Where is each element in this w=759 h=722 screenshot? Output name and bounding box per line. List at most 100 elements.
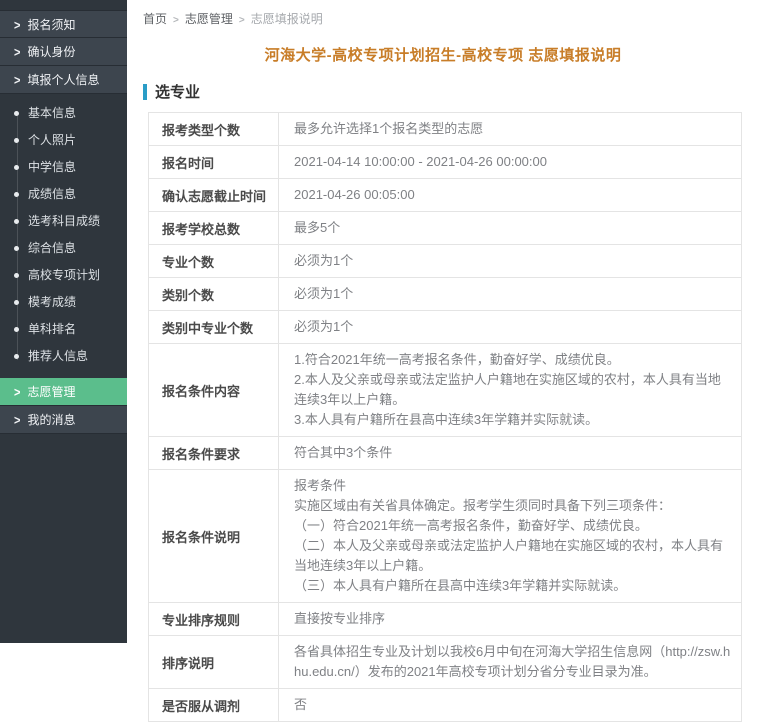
sidebar-sub-item[interactable]: 高校专项计划: [0, 262, 127, 289]
bullet-icon: [14, 327, 19, 332]
sidebar-top-gap: [0, 0, 127, 10]
table-row-value: 各省具体招生专业及计划以我校6月中旬在河海大学招生信息网（http://zsw.…: [279, 636, 742, 689]
table-row-value: 报考条件实施区域由有关省具体确定。报考学生须同时具备下列三项条件：（一）符合20…: [279, 470, 742, 603]
table-row: 专业个数 必须为1个: [149, 245, 742, 278]
bullet-icon: [14, 165, 19, 170]
table-value-line: 实施区域由有关省具体确定。报考学生须同时具备下列三项条件：: [294, 496, 731, 516]
sidebar-item-label: 我的消息: [27, 413, 75, 427]
table-row-value: 必须为1个: [279, 245, 742, 278]
table-value-line: （一）符合2021年统一高考报名条件，勤奋好学、成绩优良。: [294, 516, 731, 536]
section-accent-bar: [143, 84, 147, 100]
table-value-line: （三）本人具有户籍所在县高中连续3年学籍并实际就读。: [294, 576, 731, 596]
table-row-label: 专业个数: [149, 245, 279, 278]
table-row: 类别个数 必须为1个: [149, 278, 742, 311]
spec-table-body: 报考类型个数 最多允许选择1个报名类型的志愿 报名时间 2021-04-14 1…: [149, 113, 742, 722]
sidebar-item-volunteer-management[interactable]: >志愿管理: [0, 378, 127, 406]
table-row-value: 最多允许选择1个报名类型的志愿: [279, 113, 742, 146]
table-row-label: 类别个数: [149, 278, 279, 311]
table-row-value: 最多5个: [279, 212, 742, 245]
sidebar-sub-item-label: 高校专项计划: [28, 268, 100, 282]
sidebar-sub-item-label: 推荐人信息: [28, 349, 88, 363]
bullet-icon: [14, 138, 19, 143]
bullet-icon: [14, 273, 19, 278]
sidebar-sub-item[interactable]: 成绩信息: [0, 181, 127, 208]
table-row-label: 类别中专业个数: [149, 311, 279, 344]
sidebar-sub-item[interactable]: 模考成绩: [0, 289, 127, 316]
sidebar-item-label: 填报个人信息: [27, 73, 99, 87]
chevron-right-icon: >: [239, 15, 245, 26]
sidebar-sub-item[interactable]: 推荐人信息: [0, 343, 127, 370]
table-row-label: 确认志愿截止时间: [149, 179, 279, 212]
bullet-icon: [14, 246, 19, 251]
table-row: 报名条件要求 符合其中3个条件: [149, 437, 742, 470]
table-row-label: 排序说明: [149, 636, 279, 689]
sidebar-item[interactable]: > 填报个人信息: [0, 66, 127, 94]
breadcrumb-home[interactable]: 首页: [143, 12, 167, 26]
sidebar-sub-item[interactable]: 综合信息: [0, 235, 127, 262]
table-row: 报名条件说明 报考条件实施区域由有关省具体确定。报考学生须同时具备下列三项条件：…: [149, 470, 742, 603]
sidebar-sub-item-label: 选考科目成绩: [28, 214, 100, 228]
table-row-label: 报考学校总数: [149, 212, 279, 245]
table-row-value: 符合其中3个条件: [279, 437, 742, 470]
sidebar-sub-item-label: 成绩信息: [28, 187, 76, 201]
sidebar-sub-item-label: 个人照片: [28, 133, 76, 147]
table-row: 报考学校总数 最多5个: [149, 212, 742, 245]
main-content: 首页 > 志愿管理 > 志愿填报说明 河海大学-高校专项计划招生-高校专项 志愿填报说明…: [127, 0, 759, 643]
table-row-label: 报名条件要求: [149, 437, 279, 470]
application-spec-table: 报考类型个数 最多允许选择1个报名类型的志愿 报名时间 2021-04-14 1…: [148, 112, 742, 722]
table-row-value: 必须为1个: [279, 278, 742, 311]
table-row-label: 报考类型个数: [149, 113, 279, 146]
sidebar-sub-item-label: 模考成绩: [28, 295, 76, 309]
section-header-label: 选专业: [155, 81, 200, 102]
table-row-label: 报名条件说明: [149, 470, 279, 603]
sidebar-top-group: >报名须知 >确认身份 > 填报个人信息: [0, 10, 127, 94]
table-row-label: 专业排序规则: [149, 603, 279, 636]
table-row: 确认志愿截止时间 2021-04-26 00:05:00: [149, 179, 742, 212]
sidebar-sub-item[interactable]: 选考科目成绩: [0, 208, 127, 235]
breadcrumb-volunteer-management[interactable]: 志愿管理: [185, 12, 233, 26]
table-value-line: 1.符合2021年统一高考报名条件，勤奋好学、成绩优良。: [294, 350, 731, 370]
bullet-icon: [14, 354, 19, 359]
table-value-line: 3.本人具有户籍所在县高中连续3年学籍并实际就读。: [294, 410, 731, 430]
table-row: 报名时间 2021-04-14 10:00:00 - 2021-04-26 00…: [149, 146, 742, 179]
sidebar-sub-item[interactable]: 中学信息: [0, 154, 127, 181]
chevron-right-icon: >: [14, 65, 20, 97]
page-title: 河海大学-高校专项计划招生-高校专项 志愿填报说明: [127, 44, 759, 65]
sidebar-item[interactable]: >报名须知: [0, 10, 127, 38]
table-row: 排序说明 各省具体招生专业及计划以我校6月中旬在河海大学招生信息网（http:/…: [149, 636, 742, 689]
table-row-label: 是否服从调剂: [149, 689, 279, 722]
bullet-icon: [14, 111, 19, 116]
table-row-value: 直接按专业排序: [279, 603, 742, 636]
breadcrumb-current-page: 志愿填报说明: [251, 12, 323, 26]
sidebar-item-label: 报名须知: [27, 18, 75, 32]
table-value-line: 报考条件: [294, 476, 731, 496]
sidebar-sub-item-label: 综合信息: [28, 241, 76, 255]
sidebar-sub-item-label: 中学信息: [28, 160, 76, 174]
sidebar-sub-item-label: 单科排名: [28, 322, 76, 336]
chevron-right-icon: >: [14, 405, 20, 437]
table-row: 类别中专业个数 必须为1个: [149, 311, 742, 344]
table-row-label: 报名时间: [149, 146, 279, 179]
section-header: 选专业: [143, 81, 759, 102]
table-row: 专业排序规则 直接按专业排序: [149, 603, 742, 636]
chevron-right-icon: >: [173, 15, 179, 26]
sidebar-sub-item[interactable]: 单科排名: [0, 316, 127, 343]
sidebar-item-label: 确认身份: [27, 45, 75, 59]
sidebar-item[interactable]: >确认身份: [0, 38, 127, 66]
sidebar-sub-item[interactable]: 个人照片: [0, 127, 127, 154]
table-value-line: 2.本人及父亲或母亲或法定监护人户籍地在实施区域的农村，本人具有当地连续3年以上…: [294, 370, 731, 410]
table-row: 报考类型个数 最多允许选择1个报名类型的志愿: [149, 113, 742, 146]
sidebar-item-my-messages[interactable]: > 我的消息: [0, 406, 127, 434]
table-row-value: 2021-04-14 10:00:00 - 2021-04-26 00:00:0…: [279, 146, 742, 179]
table-row-value: 否: [279, 689, 742, 722]
table-row: 报名条件内容 1.符合2021年统一高考报名条件，勤奋好学、成绩优良。2.本人及…: [149, 344, 742, 437]
sidebar-sub-menu: 基本信息 个人照片 中学信息 成绩信息 选考科目成绩 综合信息 高校专项计划 模…: [0, 94, 127, 378]
bullet-icon: [14, 300, 19, 305]
table-row-value: 1.符合2021年统一高考报名条件，勤奋好学、成绩优良。2.本人及父亲或母亲或法…: [279, 344, 742, 437]
sidebar: >报名须知 >确认身份 >填报个人信息 基本信息 个人照片 中学信息 成绩信息 …: [0, 0, 127, 643]
table-row-value: 必须为1个: [279, 311, 742, 344]
table-row-value: 2021-04-26 00:05:00: [279, 179, 742, 212]
table-row: 是否服从调剂 否: [149, 689, 742, 722]
sidebar-sub-item[interactable]: 基本信息: [0, 100, 127, 127]
table-row-label: 报名条件内容: [149, 344, 279, 437]
